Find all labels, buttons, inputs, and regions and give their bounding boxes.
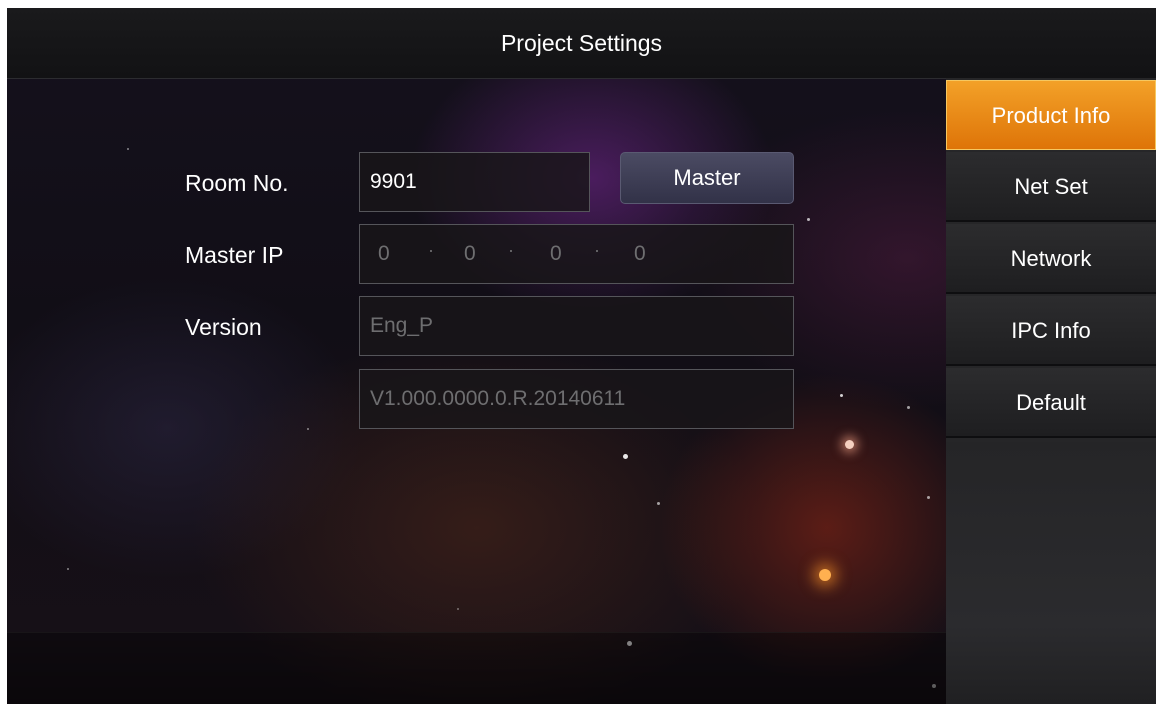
ip-octet-1: 0 — [378, 242, 390, 265]
star-decoration — [845, 440, 854, 449]
version-field: Eng_P — [359, 296, 794, 356]
sidebar-item-net-set[interactable]: Net Set — [946, 152, 1156, 222]
bottom-band — [7, 632, 946, 704]
sidebar-item-label: Product Info — [991, 103, 1111, 128]
ip-separator-dot: · — [594, 240, 600, 260]
build-field: V1.000.0000.0.R.20140611 — [359, 369, 794, 429]
ip-separator-dot: · — [508, 240, 514, 260]
star-decoration — [819, 569, 831, 581]
star-decoration — [67, 568, 69, 570]
master-ip-input[interactable]: 0 · 0 · 0 · 0 — [359, 224, 794, 284]
sidebar-item-ipc-info[interactable]: IPC Info — [946, 296, 1156, 366]
star-decoration — [907, 406, 910, 409]
screen: Project Settings Room No. 9901 Master Ma… — [7, 8, 1156, 704]
ip-octet-2: 0 — [464, 242, 476, 265]
master-ip-label: Master IP — [185, 242, 284, 268]
sidebar-item-default[interactable]: Default — [946, 368, 1156, 438]
star-decoration — [127, 148, 129, 150]
star-decoration — [840, 394, 843, 397]
sidebar: Product Info Net Set Network IPC Info De… — [946, 78, 1156, 704]
ip-octet-3: 0 — [550, 242, 562, 265]
title-bar: Project Settings — [7, 8, 1156, 79]
room-label: Room No. — [185, 170, 289, 196]
sidebar-item-label: Net Set — [1014, 174, 1088, 199]
room-input[interactable]: 9901 — [359, 152, 590, 212]
sidebar-empty-area — [946, 442, 1156, 704]
star-decoration — [457, 608, 459, 610]
master-button[interactable]: Master — [620, 152, 794, 204]
star-decoration — [623, 454, 628, 459]
sidebar-item-label: Default — [1016, 390, 1086, 415]
sidebar-item-product-info[interactable]: Product Info — [946, 80, 1156, 150]
page-title: Project Settings — [500, 30, 663, 56]
star-decoration — [927, 496, 930, 499]
version-value: Eng_P — [370, 314, 434, 337]
star-decoration — [807, 218, 810, 221]
version-label: Version — [185, 314, 262, 340]
sidebar-item-label: Network — [1010, 246, 1092, 271]
ip-octet-4: 0 — [634, 242, 646, 265]
ip-separator-dot: · — [428, 240, 434, 260]
sidebar-item-label: IPC Info — [1011, 318, 1091, 343]
sidebar-item-network[interactable]: Network — [946, 224, 1156, 294]
room-value: 9901 — [370, 170, 417, 193]
build-value: V1.000.0000.0.R.20140611 — [370, 387, 626, 410]
star-decoration — [657, 502, 660, 505]
star-decoration — [307, 428, 309, 430]
